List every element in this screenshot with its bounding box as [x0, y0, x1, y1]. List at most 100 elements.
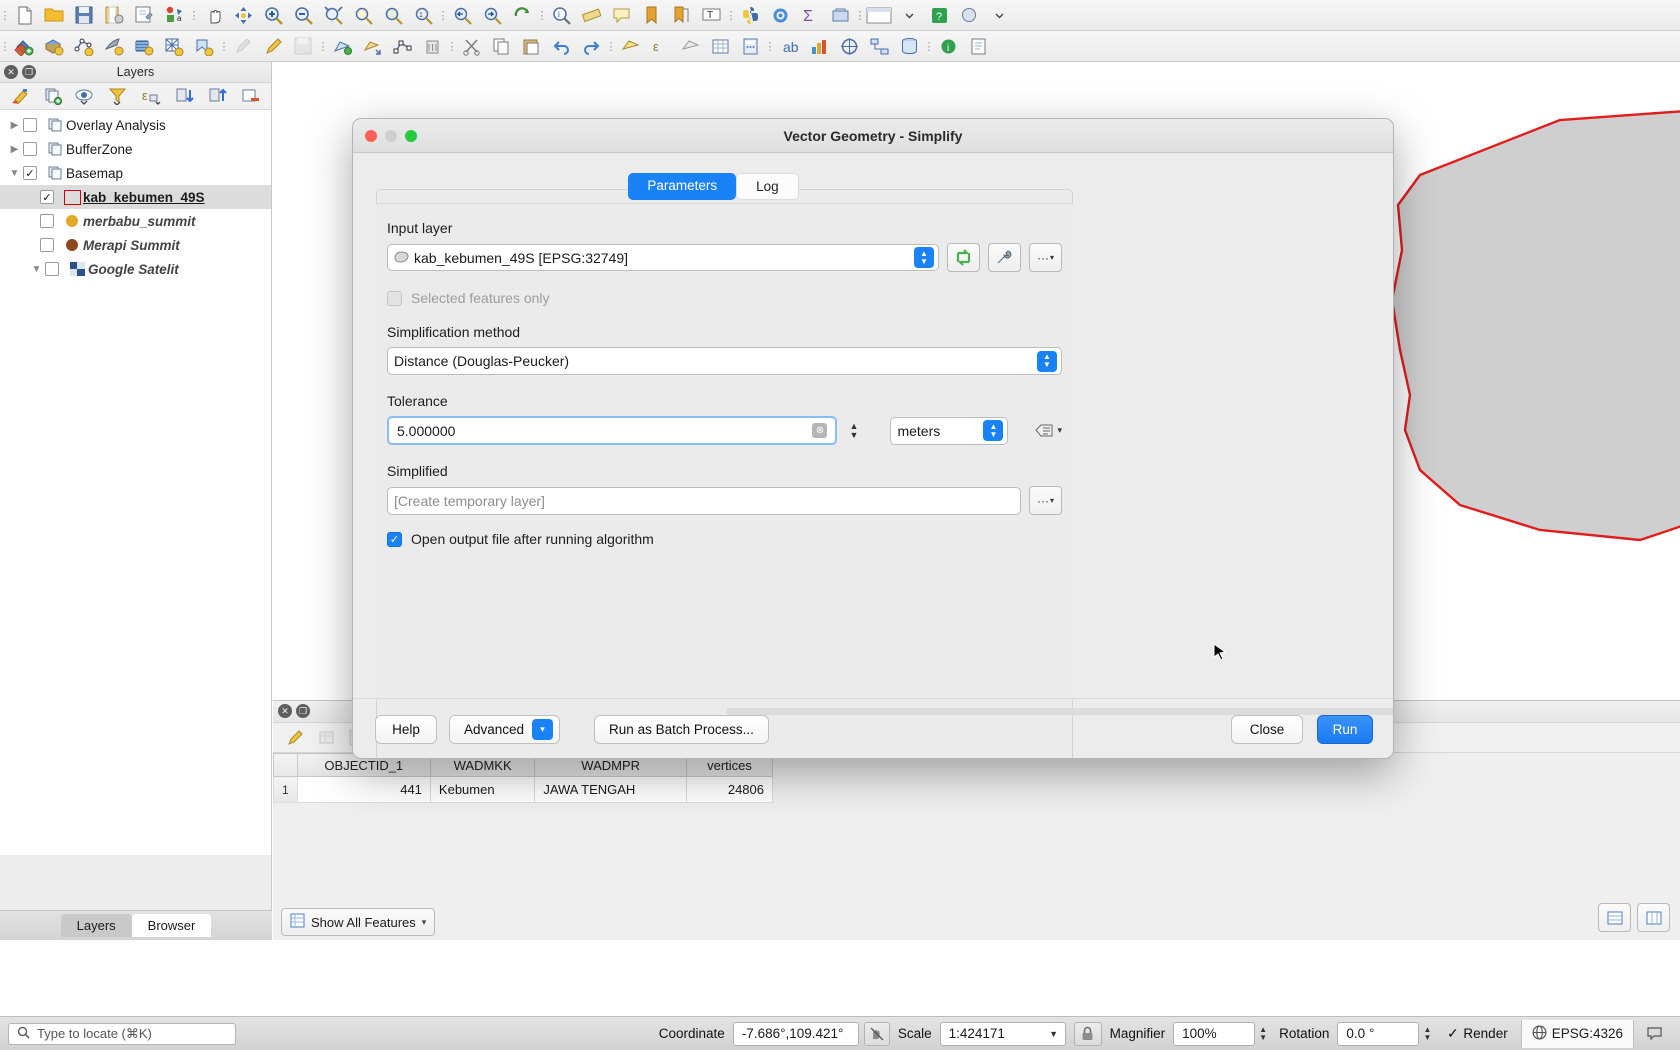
layer-checkbox[interactable]: ✓: [40, 190, 54, 204]
combo-stepper-icon[interactable]: ▲ ▼: [1037, 350, 1057, 372]
table-view-icon[interactable]: [1637, 903, 1670, 932]
lock-scale-icon[interactable]: [1073, 1021, 1102, 1046]
map-tips-icon[interactable]: [606, 1, 636, 30]
open-layer-styling-icon[interactable]: [4, 84, 35, 109]
tolerance-input[interactable]: 5.000000 ⊗: [387, 416, 838, 445]
chevron-down-icon-2[interactable]: [984, 1, 1014, 30]
db-manager-icon[interactable]: [894, 32, 924, 61]
save-project-as-icon[interactable]: [99, 1, 129, 30]
expand-all-icon[interactable]: [169, 84, 200, 109]
clear-icon[interactable]: ⊗: [812, 423, 828, 438]
maximize-window-icon[interactable]: [405, 129, 417, 142]
close-window-icon[interactable]: [365, 129, 377, 142]
show-bookmarks-icon[interactable]: [666, 1, 696, 30]
add-feature-icon[interactable]: [327, 32, 357, 61]
cell-wadmpr[interactable]: JAWA TENGAH: [534, 776, 687, 803]
style-manager-icon[interactable]: a: [159, 1, 189, 30]
run-as-batch-button[interactable]: Run as Batch Process...: [594, 715, 769, 744]
processing-model-icon[interactable]: [864, 32, 894, 61]
help-icon[interactable]: ?: [924, 1, 954, 30]
refresh-icon[interactable]: [507, 1, 537, 30]
input-layer-combo[interactable]: kab_kebumen_49S [EPSG:32749] ▲ ▼: [387, 244, 939, 271]
field-calculator-icon[interactable]: [735, 32, 765, 61]
redo-icon[interactable]: [576, 32, 606, 61]
text-annotation-icon[interactable]: T: [696, 1, 726, 30]
new-project-icon[interactable]: [9, 1, 39, 30]
toolbar-grip-11[interactable]: [606, 35, 615, 57]
attribute-table[interactable]: OBJECTID_1 WADMKK WADMPR vertices 1 441 …: [273, 753, 774, 803]
crs-selector[interactable]: EPSG:4326: [1520, 1019, 1634, 1048]
tolerance-units-combo[interactable]: meters ▲ ▼: [890, 416, 1009, 445]
add-spatialite-layer-icon[interactable]: [99, 32, 129, 61]
filter-legend-expression-icon[interactable]: ε: [136, 84, 167, 109]
close-button[interactable]: Close: [1231, 715, 1303, 744]
layer-checkbox[interactable]: [40, 214, 54, 228]
combo-stepper-icon[interactable]: ▲ ▼: [914, 247, 934, 268]
form-view-icon[interactable]: [1598, 903, 1631, 932]
python-console-icon[interactable]: [735, 1, 765, 30]
browse-ellipsis-button[interactable]: ··· ▾: [1029, 243, 1062, 272]
simplified-output-field[interactable]: [Create temporary layer]: [387, 486, 1021, 515]
rotation-stepper[interactable]: ▲ ▼: [1419, 1022, 1435, 1046]
layer-checkbox[interactable]: [40, 238, 54, 252]
select-by-expression-icon[interactable]: ε: [645, 32, 675, 61]
chevron-down-icon[interactable]: ▼: [6, 168, 23, 179]
toggle-extents-icon[interactable]: [863, 1021, 890, 1046]
help-contents-icon[interactable]: [963, 32, 993, 61]
node-tool-icon[interactable]: [387, 32, 417, 61]
cut-features-icon[interactable]: [456, 32, 486, 61]
table-row[interactable]: 1 441 Kebumen JAWA TENGAH 24806: [273, 776, 774, 803]
tab-layers[interactable]: Layers: [60, 914, 132, 937]
toolbar-grip-6[interactable]: [855, 4, 864, 26]
layer-item-bufferzone[interactable]: ▶ BufferZone: [0, 137, 271, 161]
panel-undock-icon[interactable]: ❐: [22, 65, 36, 79]
deselect-icon[interactable]: [675, 32, 705, 61]
pan-map-icon[interactable]: [198, 1, 228, 30]
diagram-icon[interactable]: [804, 32, 834, 61]
chevron-down-icon[interactable]: [894, 1, 924, 30]
zoom-selection-icon[interactable]: [348, 1, 378, 30]
add-delimited-text-layer-icon[interactable]: [69, 32, 99, 61]
label-toolbar-icon[interactable]: ab: [774, 32, 804, 61]
paste-features-icon[interactable]: [516, 32, 546, 61]
scale-combo[interactable]: 1:424171 ▼: [939, 1021, 1066, 1046]
pan-to-selection-icon[interactable]: [228, 1, 258, 30]
tab-log[interactable]: Log: [736, 173, 799, 200]
toggle-editing-icon[interactable]: [281, 726, 309, 750]
show-all-features-button[interactable]: Show All Features ▾: [281, 908, 436, 936]
data-defined-override-icon[interactable]: ▾: [1034, 422, 1062, 439]
advanced-button[interactable]: Advanced ▾: [449, 715, 561, 744]
messages-icon[interactable]: [1644, 1022, 1670, 1046]
toggle-editing-icon[interactable]: [258, 32, 288, 61]
delete-selected-icon[interactable]: [417, 32, 447, 61]
layer-item-merapi-summit[interactable]: Merapi Summit: [0, 233, 271, 257]
filter-legend-icon[interactable]: [103, 84, 134, 109]
zoom-in-icon[interactable]: [258, 1, 288, 30]
messages-icon[interactable]: [954, 1, 984, 30]
tolerance-stepper[interactable]: ▲ ▼: [845, 416, 862, 445]
chevron-right-icon[interactable]: ▶: [6, 120, 23, 131]
attr-close-icon[interactable]: ✕: [278, 704, 292, 718]
toolbar-grip-2[interactable]: [189, 4, 198, 26]
layer-checkbox[interactable]: ✓: [23, 166, 37, 180]
zoom-native-icon[interactable]: 1: [408, 1, 438, 30]
tab-parameters[interactable]: Parameters: [628, 173, 737, 200]
add-postgis-layer-icon[interactable]: [129, 32, 159, 61]
copy-features-icon[interactable]: [486, 32, 516, 61]
render-checkbox[interactable]: ✓: [1445, 1025, 1460, 1041]
add-wms-layer-icon[interactable]: [189, 32, 219, 61]
open-output-checkbox[interactable]: ✓: [387, 531, 402, 547]
dialog-titlebar[interactable]: Vector Geometry - Simplify: [353, 119, 1393, 153]
simplified-browse-button[interactable]: ··· ▾: [1029, 486, 1062, 515]
add-vector-layer-icon[interactable]: [9, 32, 39, 61]
minimize-window-icon[interactable]: [385, 129, 397, 142]
toolbar-grip-4[interactable]: [537, 4, 546, 26]
layer-checkbox[interactable]: [23, 118, 37, 132]
identify-features-icon[interactable]: i: [546, 1, 576, 30]
panel-close-icon[interactable]: ✕: [4, 65, 18, 79]
rotation-field[interactable]: 0.0 °: [1337, 1021, 1420, 1046]
zoom-layer-icon[interactable]: [378, 1, 408, 30]
cell-wadmkk[interactable]: Kebumen: [429, 776, 536, 803]
new-print-layout-icon[interactable]: [129, 1, 159, 30]
chevron-down-icon[interactable]: ▾: [422, 917, 427, 928]
